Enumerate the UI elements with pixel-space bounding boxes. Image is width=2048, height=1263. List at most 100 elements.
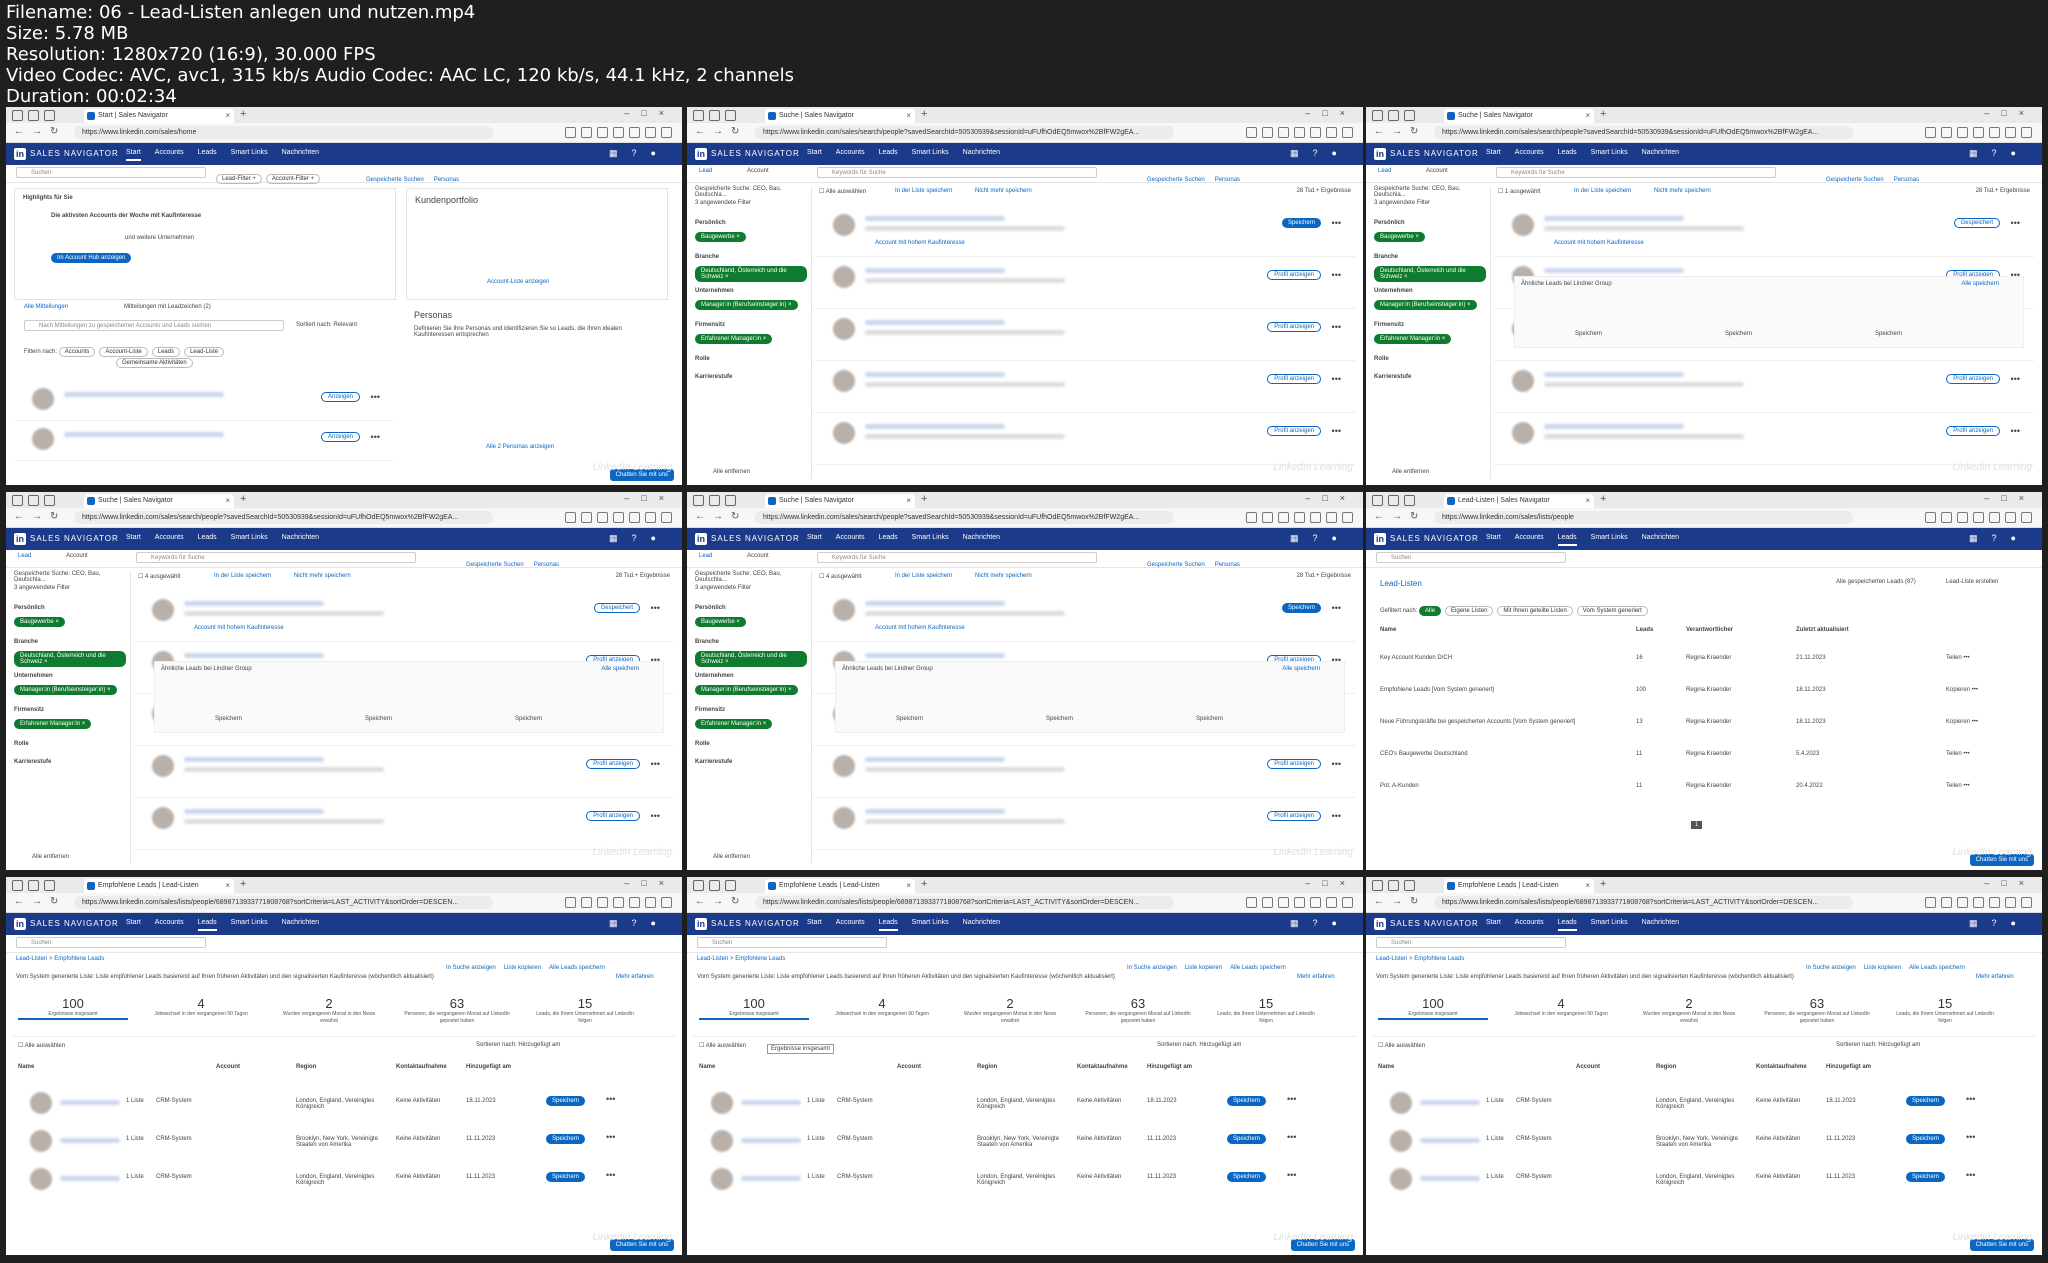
window-menu-icon[interactable] — [1372, 110, 1383, 121]
nav-item-leads[interactable]: Leads — [198, 149, 217, 156]
toolbar-icon[interactable] — [1326, 897, 1337, 908]
column-header[interactable]: Account — [1576, 1064, 1600, 1070]
toolbar-icon[interactable] — [1262, 127, 1273, 138]
similar-save-button[interactable]: Speichern — [1046, 716, 1073, 722]
list-name[interactable]: CEO's Baugewerbe Deutschland — [1380, 751, 1468, 757]
column-header[interactable]: Hinzugefügt am — [1826, 1064, 1871, 1070]
forward-icon[interactable]: → — [1392, 896, 1402, 907]
linkedin-logo-icon[interactable]: in — [14, 918, 26, 930]
sort-select[interactable]: Sortieren nach: Hinzugefügt am — [1836, 1042, 1920, 1048]
remove-all[interactable]: Alle entfernen — [32, 854, 69, 860]
search-input[interactable]: Suchen — [1376, 552, 1566, 563]
more-icon[interactable]: ••• — [1332, 270, 1341, 280]
toolbar-icon[interactable] — [1278, 512, 1289, 523]
linkedin-logo-icon[interactable]: in — [1374, 918, 1386, 930]
nav-item-start[interactable]: Start — [1486, 919, 1501, 926]
toolbar-icon[interactable] — [565, 512, 576, 523]
search-link[interactable]: Gespeicherte Suchen — [466, 562, 524, 568]
toolbar-icon[interactable] — [2005, 512, 2016, 523]
toolbar-icon[interactable] — [581, 127, 592, 138]
toolbar-icon[interactable] — [1925, 512, 1936, 523]
crm-status[interactable]: CRM-System — [1516, 1174, 1552, 1180]
stat-tile[interactable]: 100 Ergebnisse insgesamt — [699, 996, 809, 1020]
toolbar-icon[interactable] — [1342, 512, 1353, 523]
list-action[interactable]: Kopieren ••• — [1946, 687, 1978, 693]
tab-lead[interactable]: Lead — [18, 553, 31, 559]
nav-item-smart-links[interactable]: Smart Links — [1591, 534, 1628, 541]
window-controls[interactable]: –□× — [1984, 108, 2036, 118]
nav-item-smart-links[interactable]: Smart Links — [231, 534, 268, 541]
url-input[interactable]: https://www.linkedin.com/sales/lists/peo… — [755, 896, 1175, 909]
stat-tile[interactable]: 63 Personen, die vergangenen Monat auf Li… — [1762, 996, 1872, 1025]
tab-actions-icon[interactable] — [44, 880, 55, 891]
profile-button[interactable]: Profil anzeigen — [1267, 811, 1321, 821]
tab-close-icon[interactable]: × — [1585, 109, 1590, 123]
more-icon[interactable]: ••• — [651, 603, 660, 613]
nav-item-accounts[interactable]: Accounts — [1515, 534, 1544, 541]
tab-actions-icon[interactable] — [1404, 880, 1415, 891]
window-menu-icon[interactable] — [12, 495, 23, 506]
tab-actions-icon[interactable] — [725, 110, 736, 121]
toolbar-icon[interactable] — [597, 512, 608, 523]
learn-more-link[interactable]: Mehr erfahren — [1297, 974, 1335, 980]
toolbar-icon[interactable] — [1262, 897, 1273, 908]
tab-close-icon[interactable]: × — [1585, 879, 1590, 893]
search-link[interactable]: Personas — [534, 562, 559, 568]
nav-item-nachrichten[interactable]: Nachrichten — [282, 534, 319, 541]
toolbar-icon[interactable] — [1941, 897, 1952, 908]
back-icon[interactable]: ← — [695, 511, 705, 522]
column-header[interactable]: Name — [1380, 627, 1396, 633]
sort-select[interactable]: Sortieren nach: Hinzugefügt am — [476, 1042, 560, 1048]
list-filter-pill[interactable]: Eigene Listen — [1445, 606, 1494, 616]
toolbar-icon[interactable] — [661, 127, 672, 138]
more-icon[interactable]: ••• — [606, 1132, 615, 1142]
workspaces-icon[interactable] — [1388, 495, 1399, 506]
column-header[interactable]: Verantwortlicher — [1686, 627, 1733, 633]
back-icon[interactable]: ← — [1374, 511, 1384, 522]
forward-icon[interactable]: → — [713, 896, 723, 907]
browser-tab[interactable]: Start | Sales Navigator × — [84, 109, 234, 123]
toolbar-icon[interactable] — [597, 897, 608, 908]
select-all-checkbox[interactable]: ☐ Alle auswählen — [18, 1042, 65, 1049]
workspaces-icon[interactable] — [709, 495, 720, 506]
tab-actions-icon[interactable] — [44, 110, 55, 121]
forward-icon[interactable]: → — [1392, 126, 1402, 137]
nav-item-smart-links[interactable]: Smart Links — [231, 919, 268, 926]
url-input[interactable]: https://www.linkedin.com/sales/search/pe… — [755, 126, 1175, 139]
linkedin-logo-icon[interactable]: in — [14, 533, 26, 545]
profile-button[interactable]: Profil anzeigen — [1946, 426, 2000, 436]
back-icon[interactable]: ← — [14, 896, 24, 907]
more-icon[interactable]: ••• — [651, 811, 660, 821]
nav-item-smart-links[interactable]: Smart Links — [912, 149, 949, 156]
new-tab-icon[interactable]: + — [921, 493, 927, 505]
tab-close-icon[interactable]: × — [906, 109, 911, 123]
message-filter-pill[interactable]: Accounts — [58, 347, 96, 357]
nav-item-start[interactable]: Start — [126, 534, 141, 541]
search-input[interactable]: Suchen — [697, 937, 887, 948]
filter-tag[interactable]: Baugewerbe × — [695, 232, 746, 242]
stat-tile[interactable]: 4 Jobwechsel in den vergangenen 90 Tagen — [1506, 996, 1616, 1018]
save-all-button[interactable]: Alle speichern — [1961, 281, 1999, 287]
reload-icon[interactable]: ↻ — [1410, 126, 1418, 137]
search-link[interactable]: Gespeicherte Suchen — [1147, 562, 1205, 568]
reload-icon[interactable]: ↻ — [1410, 511, 1418, 522]
filter-tag[interactable]: Deutschland, Österreich und die Schweiz … — [1374, 266, 1486, 282]
toolbar-icon[interactable] — [645, 897, 656, 908]
list-action-button[interactable]: In Suche anzeigen — [1806, 965, 1856, 971]
filter-tag[interactable]: Erfahrener Manager:in × — [1374, 334, 1452, 344]
nav-item-nachrichten[interactable]: Nachrichten — [282, 149, 319, 156]
save-button[interactable]: Speichern — [546, 1172, 586, 1182]
crm-status[interactable]: CRM-System — [156, 1136, 192, 1142]
similar-save-button[interactable]: Speichern — [215, 716, 242, 722]
selection-checkbox[interactable]: ☐ 1 ausgewählt — [1498, 188, 1540, 195]
message-filter-pill[interactable]: Account-Liste — [99, 347, 148, 357]
search-link[interactable]: Personas — [1215, 177, 1240, 183]
nav-item-smart-links[interactable]: Smart Links — [912, 919, 949, 926]
column-header[interactable]: Region — [977, 1064, 997, 1070]
header-icons[interactable]: ▦?● — [609, 533, 670, 544]
similar-save-button[interactable]: Speichern — [515, 716, 542, 722]
window-controls[interactable]: –□× — [1984, 493, 2036, 503]
browser-tab[interactable]: Suche | Sales Navigator × — [765, 494, 915, 508]
stat-tile[interactable]: 63 Personen, die vergangenen Monat auf Li… — [402, 996, 512, 1025]
nav-item-leads[interactable]: Leads — [197, 919, 217, 931]
